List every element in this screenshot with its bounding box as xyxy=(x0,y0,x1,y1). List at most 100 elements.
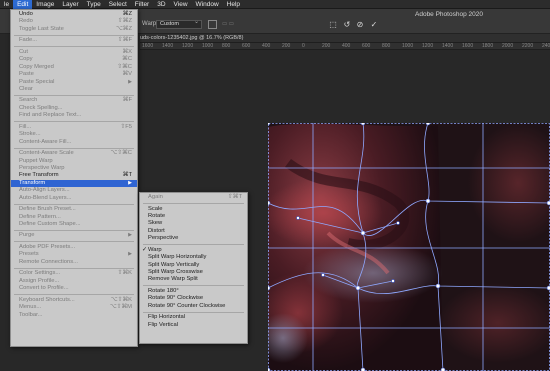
warp-point[interactable] xyxy=(360,123,366,126)
menu-item-skew[interactable]: Skew xyxy=(140,220,247,227)
ruler-tick: 1000 xyxy=(202,43,214,49)
document-image[interactable] xyxy=(268,123,550,371)
warp-point[interactable] xyxy=(360,230,366,236)
menu-item-perspective[interactable]: Perspective xyxy=(140,235,247,242)
menu-item-label: Keyboard Shortcuts... xyxy=(19,296,75,303)
ruler-tick: 200 xyxy=(282,43,291,49)
menu-item-label: Cut xyxy=(19,48,29,55)
menu-item-adobe-pdf-presets: Adobe PDF Presets... xyxy=(11,244,137,251)
cancel-icon[interactable]: ⊘ xyxy=(355,19,365,29)
menu-item-label: Scale xyxy=(148,205,163,212)
warp-point[interactable] xyxy=(425,198,431,204)
bend-field[interactable]: ▭ ▭ xyxy=(222,21,234,27)
warp-style-select[interactable]: Custom xyxy=(156,19,202,29)
menu-item-toolbar: Toolbar... xyxy=(11,312,137,319)
warp-handle[interactable] xyxy=(321,273,325,277)
menu-item-label: Presets xyxy=(19,251,39,258)
warp-point[interactable] xyxy=(355,285,361,291)
submenu-arrow-icon: ▶ xyxy=(128,179,132,186)
menu-item-label: Check Spelling... xyxy=(19,104,63,111)
ruler-tick: 200 xyxy=(322,43,331,49)
menu-item-redo: Redo ⇧⌘Z xyxy=(11,18,137,25)
warp-style-value: Custom xyxy=(160,21,179,27)
menu-item-transform[interactable]: Transform ▶ xyxy=(11,179,137,188)
menu-item-label: Adobe PDF Presets... xyxy=(19,244,76,251)
menu-item-label: Rotate xyxy=(148,212,166,219)
menu-item-split-warp-horizontally[interactable]: Split Warp Horizontally xyxy=(140,254,247,261)
menu-window[interactable]: Window xyxy=(192,0,223,9)
menu-item-rotate-90-counter-clockwise[interactable]: Rotate 90° Counter Clockwise xyxy=(140,303,247,310)
menu-item-label: Auto-Blend Layers... xyxy=(19,194,72,201)
horizontal-ruler: 1600 1400 1200 1000 800 600 400 200 0 200 400 600 80… xyxy=(140,43,550,50)
menu-item-label: Rotate 180° xyxy=(148,287,179,294)
warp-point[interactable] xyxy=(435,283,441,289)
menu-item-rotate[interactable]: Rotate xyxy=(140,213,247,220)
warp-point[interactable] xyxy=(268,200,271,206)
commit-icon[interactable]: ✓ xyxy=(369,19,379,29)
menu-separator xyxy=(143,202,244,204)
menu-item-paste-special: Paste Special ▶ xyxy=(11,79,137,86)
menu-item-label: Copy xyxy=(19,56,33,63)
menu-item-free-transform[interactable]: Free Transform ⌘T xyxy=(11,172,137,179)
menu-item-label: Copy Merged xyxy=(19,63,54,70)
menu-image[interactable]: Image xyxy=(32,0,58,9)
interpolation-icon[interactable]: ⬚ xyxy=(328,19,338,29)
menu-item-remote-connections: Remote Connections... xyxy=(11,259,137,266)
menu-item-split-warp-vertically[interactable]: Split Warp Vertically xyxy=(140,262,247,269)
menu-edit[interactable]: Edit xyxy=(13,0,33,9)
menu-item-auto-align-layers: Auto-Align Layers... xyxy=(11,187,137,194)
menu-type[interactable]: Type xyxy=(83,0,105,9)
warp-handle[interactable] xyxy=(391,279,395,283)
document-tab[interactable]: uds-colors-1235402.jpg @ 16.7% (RGB/8) xyxy=(140,34,550,43)
menu-item-label: Toolbar... xyxy=(19,311,43,318)
menu-item-remove-warp-split[interactable]: Remove Warp Split xyxy=(140,276,247,283)
menu-select[interactable]: Select xyxy=(105,0,131,9)
menu-item-distort[interactable]: Distort xyxy=(140,228,247,235)
menu-help[interactable]: Help xyxy=(223,0,244,9)
menu-item-label: Undo xyxy=(19,11,33,17)
warp-point[interactable] xyxy=(425,123,431,126)
menu-item-split-warp-crosswise[interactable]: Split Warp Crosswise xyxy=(140,269,247,276)
menu-item-copy-merged: Copy Merged ⇧⌘C xyxy=(11,64,137,71)
menu-item-find-and-replace-text: Find and Replace Text... xyxy=(11,112,137,119)
ruler-tick: 800 xyxy=(382,43,391,49)
menu-item-rotate-180[interactable]: Rotate 180° xyxy=(140,288,247,295)
menu-item-label: Auto-Align Layers... xyxy=(19,187,70,194)
menu-item-label: Find and Replace Text... xyxy=(19,112,82,119)
menu-item-label: Warp xyxy=(148,246,162,253)
reset-icon[interactable]: ↺ xyxy=(342,19,352,29)
menu-item-flip-horizontal[interactable]: Flip Horizontal xyxy=(140,314,247,321)
menu-view[interactable]: View xyxy=(170,0,192,9)
warp-orientation-icon[interactable] xyxy=(208,20,217,29)
menu-le[interactable]: le xyxy=(0,0,13,9)
menu-item-label: Color Settings... xyxy=(19,270,61,277)
menu-item-label: Stroke... xyxy=(19,131,41,138)
menu-item-label: Purge xyxy=(19,232,35,239)
checkmark-icon: ✓ xyxy=(142,246,147,253)
menu-item-perspective-warp: Perspective Warp xyxy=(11,165,137,172)
menu-filter[interactable]: Filter xyxy=(131,0,153,9)
menu-3d[interactable]: 3D xyxy=(153,0,169,9)
menu-item-scale[interactable]: Scale xyxy=(140,206,247,213)
menu-item-copy: Copy ⌘C xyxy=(11,56,137,63)
menu-item-label: Free Transform xyxy=(19,172,59,179)
menu-item-warp[interactable]: ✓ Warp xyxy=(140,247,247,254)
menu-item-shortcut: ⇧⌘Z xyxy=(117,18,132,25)
warp-handle[interactable] xyxy=(396,221,400,225)
menu-item-define-custom-shape: Define Custom Shape... xyxy=(11,221,137,228)
menu-separator xyxy=(14,34,134,36)
menu-item-flip-vertical[interactable]: Flip Vertical xyxy=(140,322,247,329)
menu-item-label: Search xyxy=(19,97,38,104)
menu-item-toggle-last-state: Toggle Last State ⌥⌘Z xyxy=(11,26,137,33)
warp-point[interactable] xyxy=(268,285,271,291)
document-title: uds-colors-1235402.jpg @ 16.7% (RGB/8) xyxy=(140,35,244,41)
menu-item-paste: Paste ⌘V xyxy=(11,71,137,78)
menu-item-rotate-90-clockwise[interactable]: Rotate 90° Clockwise xyxy=(140,295,247,302)
menu-item-content-aware-fill: Content-Aware Fill... xyxy=(11,139,137,146)
menu-item-shortcut: ⇧⌘C xyxy=(117,63,132,70)
ruler-tick: 0 xyxy=(302,43,305,49)
warp-handle[interactable] xyxy=(296,216,300,220)
menu-layer[interactable]: Layer xyxy=(58,0,82,9)
menu-item-fade: Fade... ⇧⌘F xyxy=(11,37,137,44)
menu-item-shortcut: ⌥⇧⌘C xyxy=(110,150,132,157)
